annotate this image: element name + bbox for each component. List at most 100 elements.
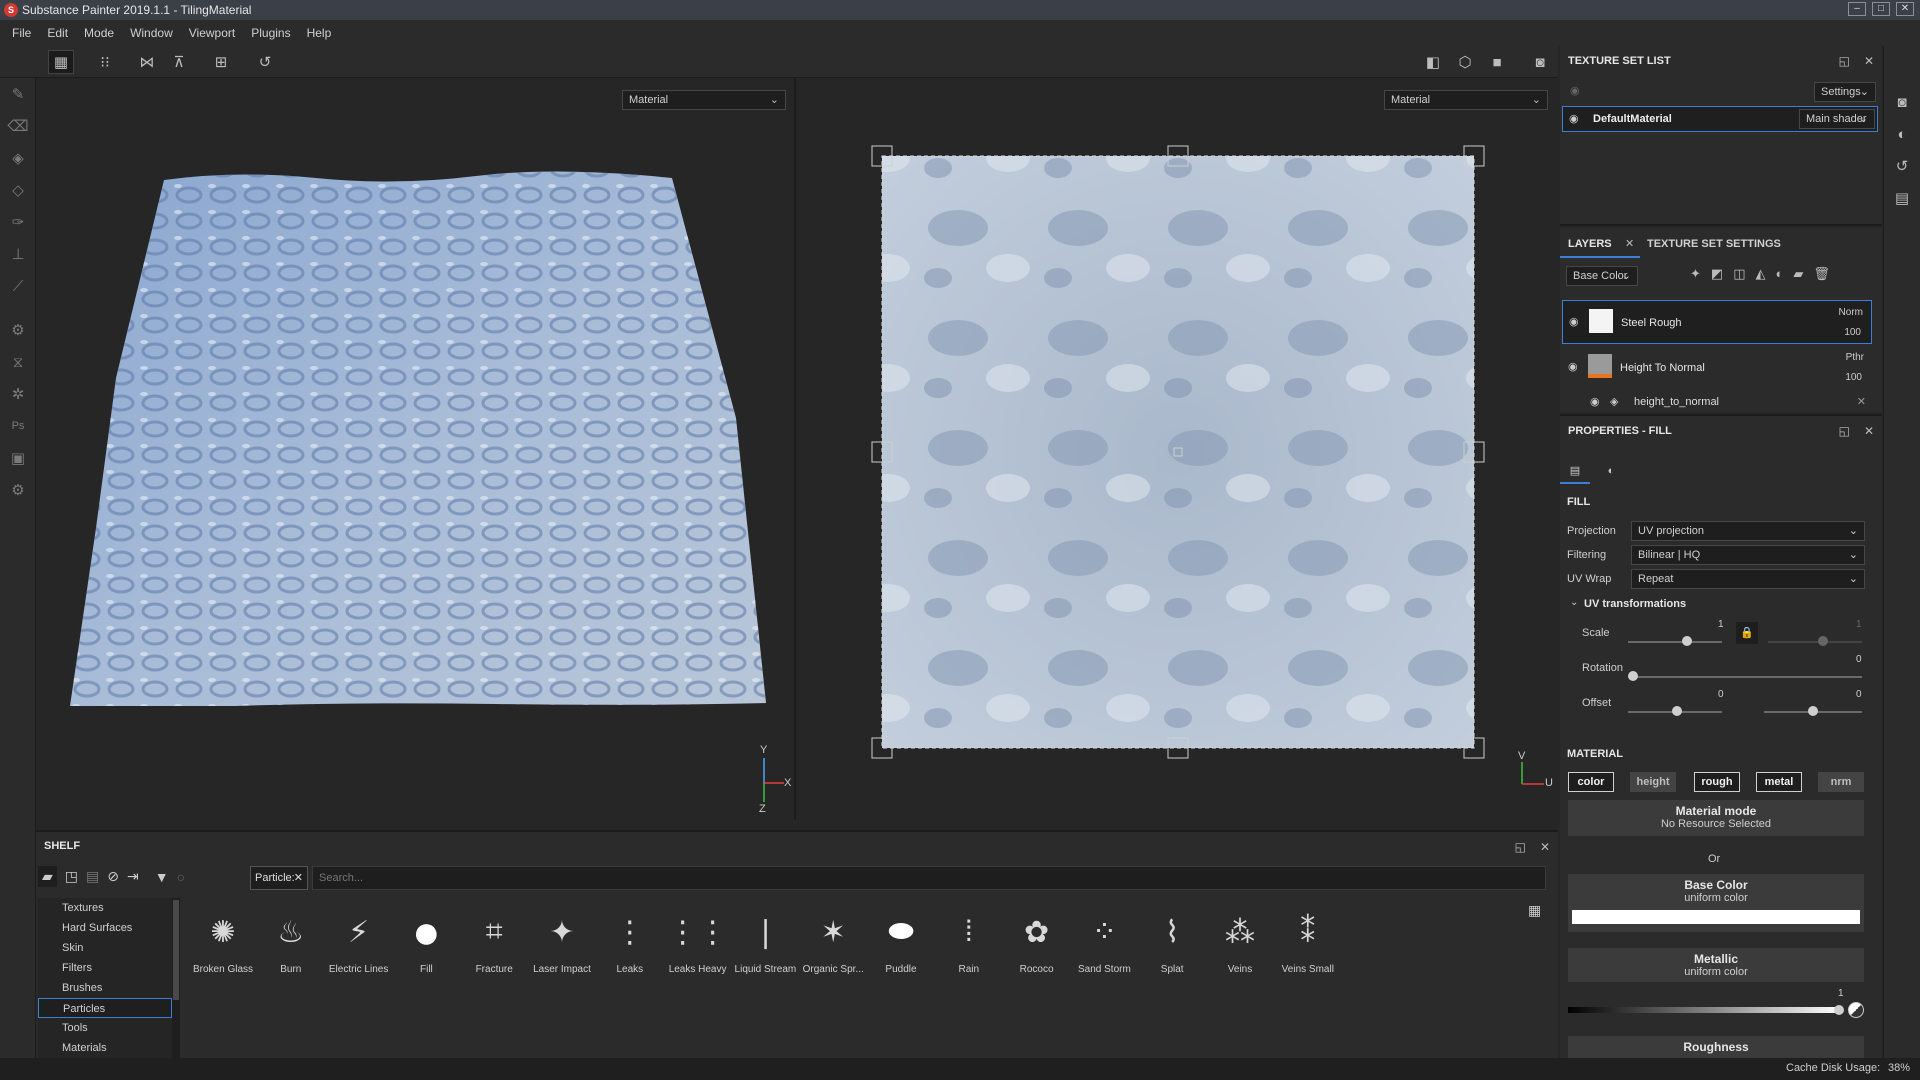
layer-visibility-icon[interactable]: ◉ (1568, 360, 1578, 373)
screenshot-icon[interactable]: ◙ (1527, 50, 1553, 74)
filter-funnel-icon[interactable]: ▼ (155, 869, 169, 885)
category-item[interactable]: Filters (38, 958, 172, 978)
category-item[interactable]: Brushes (38, 978, 172, 998)
symmetry-x-icon[interactable]: ⋈ (134, 50, 160, 74)
close-icon[interactable]: ✕ (1896, 2, 1914, 16)
material-color-toggle[interactable]: color (1568, 772, 1614, 792)
paint-brush-icon[interactable]: ✎ (0, 78, 36, 110)
tab-texture-set-settings[interactable]: TEXTURE SET SETTINGS (1647, 238, 1781, 250)
clone-stamp-icon[interactable]: ⊥ (0, 238, 36, 270)
shelf-resource-item[interactable]: ⌗ Fracture (460, 904, 528, 975)
add-layer-icon[interactable]: ◫ (1733, 266, 1745, 282)
category-item-selected[interactable]: Particles (38, 998, 172, 1018)
plugin-gear-icon[interactable]: ⚙ (0, 474, 36, 506)
shader-dropdown[interactable]: Main shader ⌄ (1799, 109, 1875, 129)
category-item[interactable]: Textures (38, 898, 172, 918)
menu-mode[interactable]: Mode (76, 26, 122, 40)
mask-icon[interactable]: ◩ (1711, 266, 1723, 282)
category-item[interactable]: Materials (38, 1038, 172, 1058)
remove-effect-icon[interactable]: ✕ (1857, 395, 1866, 408)
material-mode-block[interactable]: Material mode No Resource Selected (1568, 800, 1864, 836)
roughness-block[interactable]: Roughness (1568, 1036, 1864, 1058)
shelf-resource-item[interactable]: ● Fill (392, 904, 460, 976)
scale-slider-knob[interactable] (1682, 636, 1692, 646)
export-icon[interactable]: ⧖ (0, 346, 36, 378)
projection-icon[interactable]: ◈ (0, 142, 36, 174)
texture-set-item[interactable]: ◉ DefaultMaterial Main shader ⌄ (1562, 106, 1878, 132)
shelf-resource-item[interactable]: ⁘ Sand Storm (1070, 904, 1138, 976)
new-item-icon[interactable]: ◳ (65, 868, 78, 885)
layer-row[interactable]: ◉ Height To Normal Pthr 100 (1562, 346, 1872, 390)
scale-slider[interactable] (1628, 641, 1722, 643)
grid-options-icon[interactable]: ⁝⁝ (92, 50, 118, 74)
filter-tag[interactable]: Particle: ✕ (250, 866, 308, 890)
offset-u-slider-knob[interactable] (1672, 706, 1682, 716)
smudge-icon[interactable]: ✑ (0, 206, 36, 238)
collapse-chevron-icon[interactable]: ⌄ (1570, 597, 1578, 608)
layer-opacity[interactable]: 100 (1845, 372, 1862, 383)
blend-mode[interactable]: Norm (1839, 307, 1863, 318)
blend-mode[interactable]: Pthr (1846, 352, 1864, 363)
shelf-resource-item[interactable]: ⬬ Puddle (867, 904, 935, 975)
fill-layer-icon[interactable]: ◭ (1756, 266, 1766, 282)
scale-v-slider[interactable] (1768, 641, 1862, 643)
display-settings-icon[interactable]: ◙ (1884, 86, 1920, 118)
add-folder-icon[interactable]: ▰ (1793, 266, 1803, 282)
shelf-resource-item[interactable]: ⋮⋮ Leaks Heavy (664, 904, 732, 976)
log-icon[interactable]: ▤ (1884, 182, 1920, 214)
metallic-block[interactable]: Metallic uniform color (1568, 948, 1864, 982)
category-item[interactable]: Skin (38, 938, 172, 958)
layer-row[interactable]: ◉ Steel Rough Norm 100 (1562, 300, 1872, 344)
settings-cog-icon[interactable]: ✲ (0, 378, 36, 410)
scale-v-slider-knob[interactable] (1818, 636, 1828, 646)
menu-viewport[interactable]: Viewport (181, 26, 243, 40)
layers-export-icon[interactable]: ▣ (0, 442, 36, 474)
material-tab-icon[interactable]: ◐ (1596, 458, 1626, 484)
environment-icon[interactable]: ◐ (1884, 118, 1920, 150)
base-color-swatch[interactable] (1572, 910, 1860, 924)
tab-close-icon[interactable]: ✕ (1625, 237, 1634, 250)
menu-file[interactable]: File (4, 26, 39, 40)
shelf-resource-item[interactable]: ✶ Organic Spr... (799, 904, 867, 976)
minimize-icon[interactable]: – (1848, 2, 1866, 16)
effects-icon[interactable]: ✦ (1690, 266, 1701, 282)
close-panel-icon[interactable]: ✕ (1540, 840, 1550, 854)
polygon-fill-icon[interactable]: ◇ (0, 174, 36, 206)
layer-opacity[interactable]: 100 (1844, 327, 1861, 338)
close-panel-icon[interactable]: ✕ (1864, 54, 1874, 68)
shelf-resource-item[interactable]: ✦ Laser Impact (528, 904, 596, 976)
refresh-icon[interactable]: ○ (177, 869, 185, 885)
projection-dropdown[interactable]: UV projection ⌄ (1631, 521, 1865, 541)
import-icon[interactable]: ⇥ (127, 868, 139, 885)
shelf-resource-item[interactable]: ⁞ Rain (935, 904, 1003, 975)
cube-view-icon[interactable]: ⬡ (1452, 50, 1478, 74)
material-nrm-toggle[interactable]: nrm (1818, 772, 1864, 792)
shelf-resource-item[interactable]: ❘ Liquid Stream (731, 904, 799, 976)
float-panel-icon[interactable]: ◱ (1839, 424, 1850, 438)
filtering-dropdown[interactable]: Bilinear | HQ ⌄ (1631, 545, 1865, 565)
viewport-2d[interactable]: Material ⌄ V U (798, 78, 1558, 820)
add-icon[interactable]: ⊞ (208, 50, 234, 74)
viewport-3d[interactable]: Material ⌄ Y X Z (36, 78, 796, 820)
category-scrollbar[interactable] (172, 898, 180, 1058)
rotation-slider[interactable] (1628, 676, 1862, 678)
material-height-toggle[interactable]: height (1630, 772, 1676, 792)
fill-settings-tab-icon[interactable]: ▤ (1560, 458, 1590, 484)
grid-toggle-icon[interactable]: ▦ (1528, 902, 1541, 919)
rotation-slider-knob[interactable] (1628, 671, 1638, 681)
shelf-search-input[interactable] (312, 866, 1546, 890)
shelf-resource-item[interactable]: ✿ Rococo (1003, 904, 1071, 976)
color-picker-icon[interactable]: ⟋ (0, 270, 36, 302)
eye-icon[interactable]: ◉ (1569, 112, 1579, 125)
history-panel-icon[interactable]: ↺ (1884, 150, 1920, 182)
symmetry-y-icon[interactable]: ⊼ (166, 50, 192, 74)
menu-window[interactable]: Window (122, 26, 181, 40)
photoshop-icon[interactable]: Ps (0, 410, 36, 442)
shelf-resource-item[interactable]: ⋮ Leaks (596, 904, 664, 976)
add-mask-icon[interactable]: ◐ (1776, 266, 1784, 282)
metallic-slider[interactable] (1568, 1007, 1840, 1013)
history-icon[interactable]: ↺ (252, 50, 278, 74)
offset-v-slider-knob[interactable] (1808, 706, 1818, 716)
shelf-resource-item[interactable]: ⁂ Veins (1206, 904, 1274, 976)
metallic-color-picker-icon[interactable] (1848, 1002, 1864, 1018)
